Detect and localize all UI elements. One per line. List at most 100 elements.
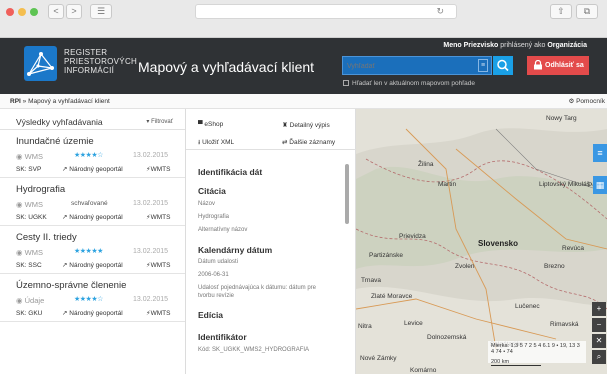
map-place-label: Nitra <box>358 323 372 330</box>
minimize-window-button[interactable] <box>18 8 26 16</box>
map-place-label: Martin <box>438 181 457 188</box>
user-info: Meno Priezvisko prihlásený ako Organizác… <box>443 42 587 49</box>
layers-panel-tab[interactable]: ≡ <box>593 144 607 162</box>
download-icon: ⭳ <box>198 139 201 146</box>
app-title: Mapový a vyhľadávací klient <box>138 59 315 75</box>
forward-button[interactable]: > <box>66 4 82 19</box>
checkbox[interactable] <box>343 80 349 86</box>
scale-info: Mierka: 1:3 5 7 2 5 4 6.1 9 • 19, 13 3 4… <box>488 341 586 366</box>
wmts-link[interactable]: ⚡WMTS <box>146 261 170 269</box>
globe-icon: ◉ <box>16 200 23 209</box>
rating-stars: ★★★★☆ <box>74 296 103 303</box>
details-button[interactable]: ♜ Detailný výpis <box>282 121 330 129</box>
result-title[interactable]: Hydrografia <box>16 184 65 195</box>
user-organization[interactable]: Organizácia <box>547 42 587 49</box>
result-type: ◉ WMS <box>16 200 43 209</box>
map-view-checkbox-row[interactable]: Hľadať len v aktuálnom mapovom pohľade <box>343 80 475 87</box>
result-item[interactable]: Cesty II. triedy ◉ WMS ★★★★★ 13.02.2015 … <box>0 226 185 274</box>
grid-panel-tab[interactable]: ▦ <box>593 176 607 194</box>
eshop-button[interactable]: ▀ eShop <box>198 121 223 128</box>
calendar-value: 2006-06-31 <box>198 272 229 278</box>
help-link[interactable]: ⚙ Pomocník <box>568 94 605 109</box>
filter-button[interactable]: ▾ Filtrovať <box>146 118 173 125</box>
wmts-link[interactable]: ⚡WMTS <box>146 309 170 317</box>
share-icon[interactable]: ⇧ <box>550 4 572 19</box>
calendar-field: Udalosť pojednávajúca k dátumu: dátum pr… <box>198 285 316 291</box>
result-type-label: WMS <box>24 200 43 209</box>
back-button[interactable]: < <box>48 4 64 19</box>
grid-icon: ▦ <box>595 180 605 190</box>
address-bar[interactable]: ↻ <box>195 4 457 19</box>
result-status: schvaľované <box>71 200 108 207</box>
external-link-icon: ↗ <box>62 166 68 173</box>
calendar-field: Dátum udalosti <box>198 259 239 265</box>
sidebar-menu-icon[interactable]: ☰ <box>90 4 112 19</box>
external-link-icon: ↗ <box>62 262 68 269</box>
section-edition: Edícia <box>198 310 224 320</box>
geoportal-link[interactable]: ↗ Národný geoportál <box>62 309 123 317</box>
wmts-link[interactable]: ⚡WMTS <box>146 213 170 221</box>
magnifier-icon: ⌕ <box>596 352 602 361</box>
logout-button[interactable]: Odhlásiť sa <box>527 56 589 75</box>
map-place-label: Zlaté Moravce <box>371 293 413 300</box>
result-type: ◉ WMS <box>16 248 43 257</box>
geoportal-label: Národný geoportál <box>69 166 123 173</box>
user-name[interactable]: Meno Priezvisko <box>443 42 498 49</box>
close-window-button[interactable] <box>6 8 14 16</box>
breadcrumb-separator: » <box>20 98 29 105</box>
more-records-button[interactable]: ⇄ Ďalšie záznamy <box>282 138 335 146</box>
citation-value: Hydrografia <box>198 214 230 220</box>
results-heading: Výsledky vyhľadávania <box>16 117 103 127</box>
rating-stars: ★★★★☆ <box>74 152 103 159</box>
zoom-out-button[interactable]: − <box>592 318 606 332</box>
result-title[interactable]: Cesty II. triedy <box>16 232 77 243</box>
result-title[interactable]: Inundačné územie <box>16 136 94 147</box>
zoom-in-button[interactable]: + <box>592 302 606 316</box>
expand-icon: ✕ <box>595 336 603 345</box>
geoportal-label: Národný geoportál <box>69 310 123 317</box>
fullscreen-button[interactable]: ✕ <box>592 334 606 348</box>
map-place-label: Dolnozemská <box>427 334 467 341</box>
map-view[interactable]: Nowy TargŽilinaMartinLiptovský MikulášPo… <box>356 109 607 374</box>
result-code: SK: SVP <box>16 166 42 173</box>
rating-stars: ★★★★★ <box>74 248 103 255</box>
map-place-label: Trnava <box>361 277 381 284</box>
zoom-window-button[interactable] <box>30 8 38 16</box>
globe-icon: ◉ <box>16 248 23 257</box>
result-type: ◉ WMS <box>16 152 43 161</box>
map-place-label: Liptovský Mikuláš <box>539 181 590 188</box>
arrows-icon: ⇄ <box>282 139 288 146</box>
geoportal-label: Národný geoportál <box>69 214 123 221</box>
reload-icon[interactable]: ↻ <box>436 6 444 17</box>
help-icon: ⚙ <box>568 98 575 105</box>
search-options-icon[interactable]: ≡ <box>478 59 488 72</box>
search-button[interactable] <box>493 56 513 75</box>
result-item[interactable]: Územno-správne členenie ◉ Údaje ★★★★☆ 13… <box>0 274 185 322</box>
globe-icon: ◉ <box>16 296 23 305</box>
map-place-label: Lučenec <box>515 303 540 310</box>
search-input[interactable] <box>347 60 479 72</box>
network-icon <box>27 52 54 76</box>
external-link-icon: ↗ <box>62 214 68 221</box>
tabs-icon[interactable]: ⧉ <box>576 4 598 19</box>
geoportal-link[interactable]: ↗ Národný geoportál <box>62 165 123 173</box>
rpi-logo[interactable] <box>24 46 57 81</box>
map-place-label: Prievidza <box>399 233 426 240</box>
result-item[interactable]: Inundačné územie ◉ WMS ★★★★☆ 13.02.2015 … <box>0 130 185 178</box>
breadcrumb-root[interactable]: RPI <box>10 98 21 105</box>
result-item[interactable]: Hydrografia ◉ WMS schvaľované 13.02.2015… <box>0 178 185 226</box>
detail-scrollbar[interactable] <box>345 164 349 224</box>
map-place-label: Zvolen <box>455 263 475 270</box>
geoportal-link[interactable]: ↗ Národný geoportál <box>62 213 123 221</box>
wmts-link[interactable]: ⚡WMTS <box>146 165 170 173</box>
section-identifier: Identifikátor <box>198 332 247 342</box>
save-xml-button[interactable]: ⭳ Uložiť XML <box>198 138 234 149</box>
geoportal-link[interactable]: ↗ Národný geoportál <box>62 261 123 269</box>
search-map-button[interactable]: ⌕ <box>592 350 606 364</box>
wmts-label: WMTS <box>150 262 171 269</box>
brand-line: INFORMÁCIÍ <box>64 66 115 75</box>
scale-text: Mierka: 1:3 5 7 2 5 4 6.1 9 • 19, 13 3 4… <box>491 343 580 355</box>
result-title[interactable]: Územno-správne členenie <box>16 280 126 291</box>
breadcrumb: RPI » Mapový a vyhľadávací klient ⚙ Pomo… <box>0 94 607 109</box>
result-type-label: WMS <box>24 248 43 257</box>
